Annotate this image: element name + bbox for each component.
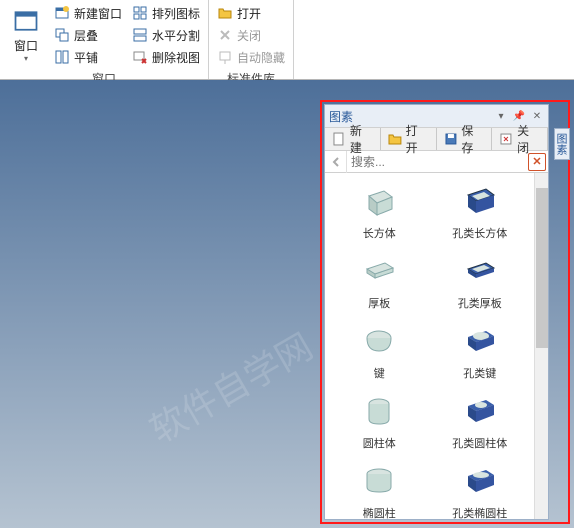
ribbon-group-window: 窗口 ▾ 新建窗口 层叠 平铺 排列图标 水平分割 删除视图 窗口 — [0, 0, 209, 79]
cylinder-icon — [359, 391, 399, 431]
arrange-icon — [132, 5, 148, 21]
panel-search-row: ✕ — [325, 151, 548, 173]
tb-close-button[interactable]: 关闭 — [492, 128, 548, 150]
pin-icon — [217, 49, 233, 65]
feature-hole-cuboid[interactable]: 孔类长方体 — [444, 179, 516, 243]
feature-slab[interactable]: 厚板 — [343, 249, 415, 313]
feature-key[interactable]: 键 — [343, 319, 415, 383]
hole-key-icon — [460, 321, 500, 361]
feature-hole-elliptic-cylinder[interactable]: 孔类椭圆柱 — [444, 459, 516, 519]
hole-cylinder-icon — [460, 391, 500, 431]
new-icon — [331, 131, 347, 147]
feature-hole-slab[interactable]: 孔类厚板 — [444, 249, 516, 313]
open-icon — [387, 131, 403, 147]
feature-grid: 长方体 孔类长方体 厚板 孔类厚板 — [325, 173, 534, 519]
hsplit-button[interactable]: 水平分割 — [128, 24, 204, 46]
autohide-button: 自动隐藏 — [213, 46, 289, 68]
feature-cuboid[interactable]: 长方体 — [343, 179, 415, 243]
ribbon: 窗口 ▾ 新建窗口 层叠 平铺 排列图标 水平分割 删除视图 窗口 打开 关闭 … — [0, 0, 574, 80]
tb-new-button[interactable]: 新建 — [325, 128, 381, 150]
scrollbar-thumb[interactable] — [536, 188, 548, 348]
tile-button[interactable]: 平铺 — [50, 46, 126, 68]
window-button[interactable]: 窗口 ▾ — [4, 2, 48, 68]
window-icon — [12, 7, 40, 35]
arrange-icons-button[interactable]: 排列图标 — [128, 2, 204, 24]
clear-search-button[interactable]: ✕ — [528, 153, 546, 171]
panel-dropdown-icon[interactable]: ▾ — [494, 109, 508, 123]
close-icon — [498, 131, 514, 147]
new-window-button[interactable]: 新建窗口 — [50, 2, 126, 24]
key-icon — [359, 321, 399, 361]
delete-view-icon — [132, 49, 148, 65]
hole-slab-icon — [460, 251, 500, 291]
stdlib-close-button: 关闭 — [213, 24, 289, 46]
watermark: 软件自学网 — [139, 318, 321, 453]
panel-pin-icon[interactable]: 📌 — [512, 109, 526, 123]
elliptic-cylinder-icon — [359, 461, 399, 501]
new-window-icon — [54, 5, 70, 21]
panel-scrollbar[interactable] — [534, 173, 548, 519]
feature-elliptic-cylinder[interactable]: 椭圆柱 — [343, 459, 415, 519]
stdlib-open-button[interactable]: 打开 — [213, 2, 289, 24]
save-icon — [443, 131, 459, 147]
hole-cuboid-icon — [460, 181, 500, 221]
tile-icon — [54, 49, 70, 65]
search-input[interactable] — [347, 155, 528, 169]
nav-back-button[interactable] — [325, 151, 347, 173]
feature-hole-key[interactable]: 孔类键 — [444, 319, 516, 383]
cuboid-icon — [359, 181, 399, 221]
slab-icon — [359, 251, 399, 291]
cascade-button[interactable]: 层叠 — [50, 24, 126, 46]
feature-cylinder[interactable]: 圆柱体 — [343, 389, 415, 453]
close-icon — [217, 27, 233, 43]
window-button-label: 窗口 — [14, 37, 38, 54]
chevron-down-icon: ▾ — [24, 54, 28, 63]
panel-body: 长方体 孔类长方体 厚板 孔类厚板 — [325, 173, 548, 519]
panel-toolbar: 新建 打开 保存 关闭 — [325, 127, 548, 151]
hsplit-icon — [132, 27, 148, 43]
tb-save-button[interactable]: 保存 — [437, 128, 493, 150]
side-tab-feature[interactable]: 图素 — [554, 128, 570, 160]
open-icon — [217, 5, 233, 21]
tb-open-button[interactable]: 打开 — [381, 128, 437, 150]
hole-elliptic-cylinder-icon — [460, 461, 500, 501]
cascade-icon — [54, 27, 70, 43]
panel-close-icon[interactable]: ✕ — [530, 109, 544, 123]
ribbon-group-stdlib: 打开 关闭 自动隐藏 标准件库 — [209, 0, 294, 79]
feature-panel: 图素 ▾ 📌 ✕ 新建 打开 保存 关闭 ✕ 长方体 孔类长方体 — [324, 104, 549, 520]
feature-hole-cylinder[interactable]: 孔类圆柱体 — [444, 389, 516, 453]
back-arrow-icon — [330, 156, 342, 168]
delete-view-button[interactable]: 删除视图 — [128, 46, 204, 68]
